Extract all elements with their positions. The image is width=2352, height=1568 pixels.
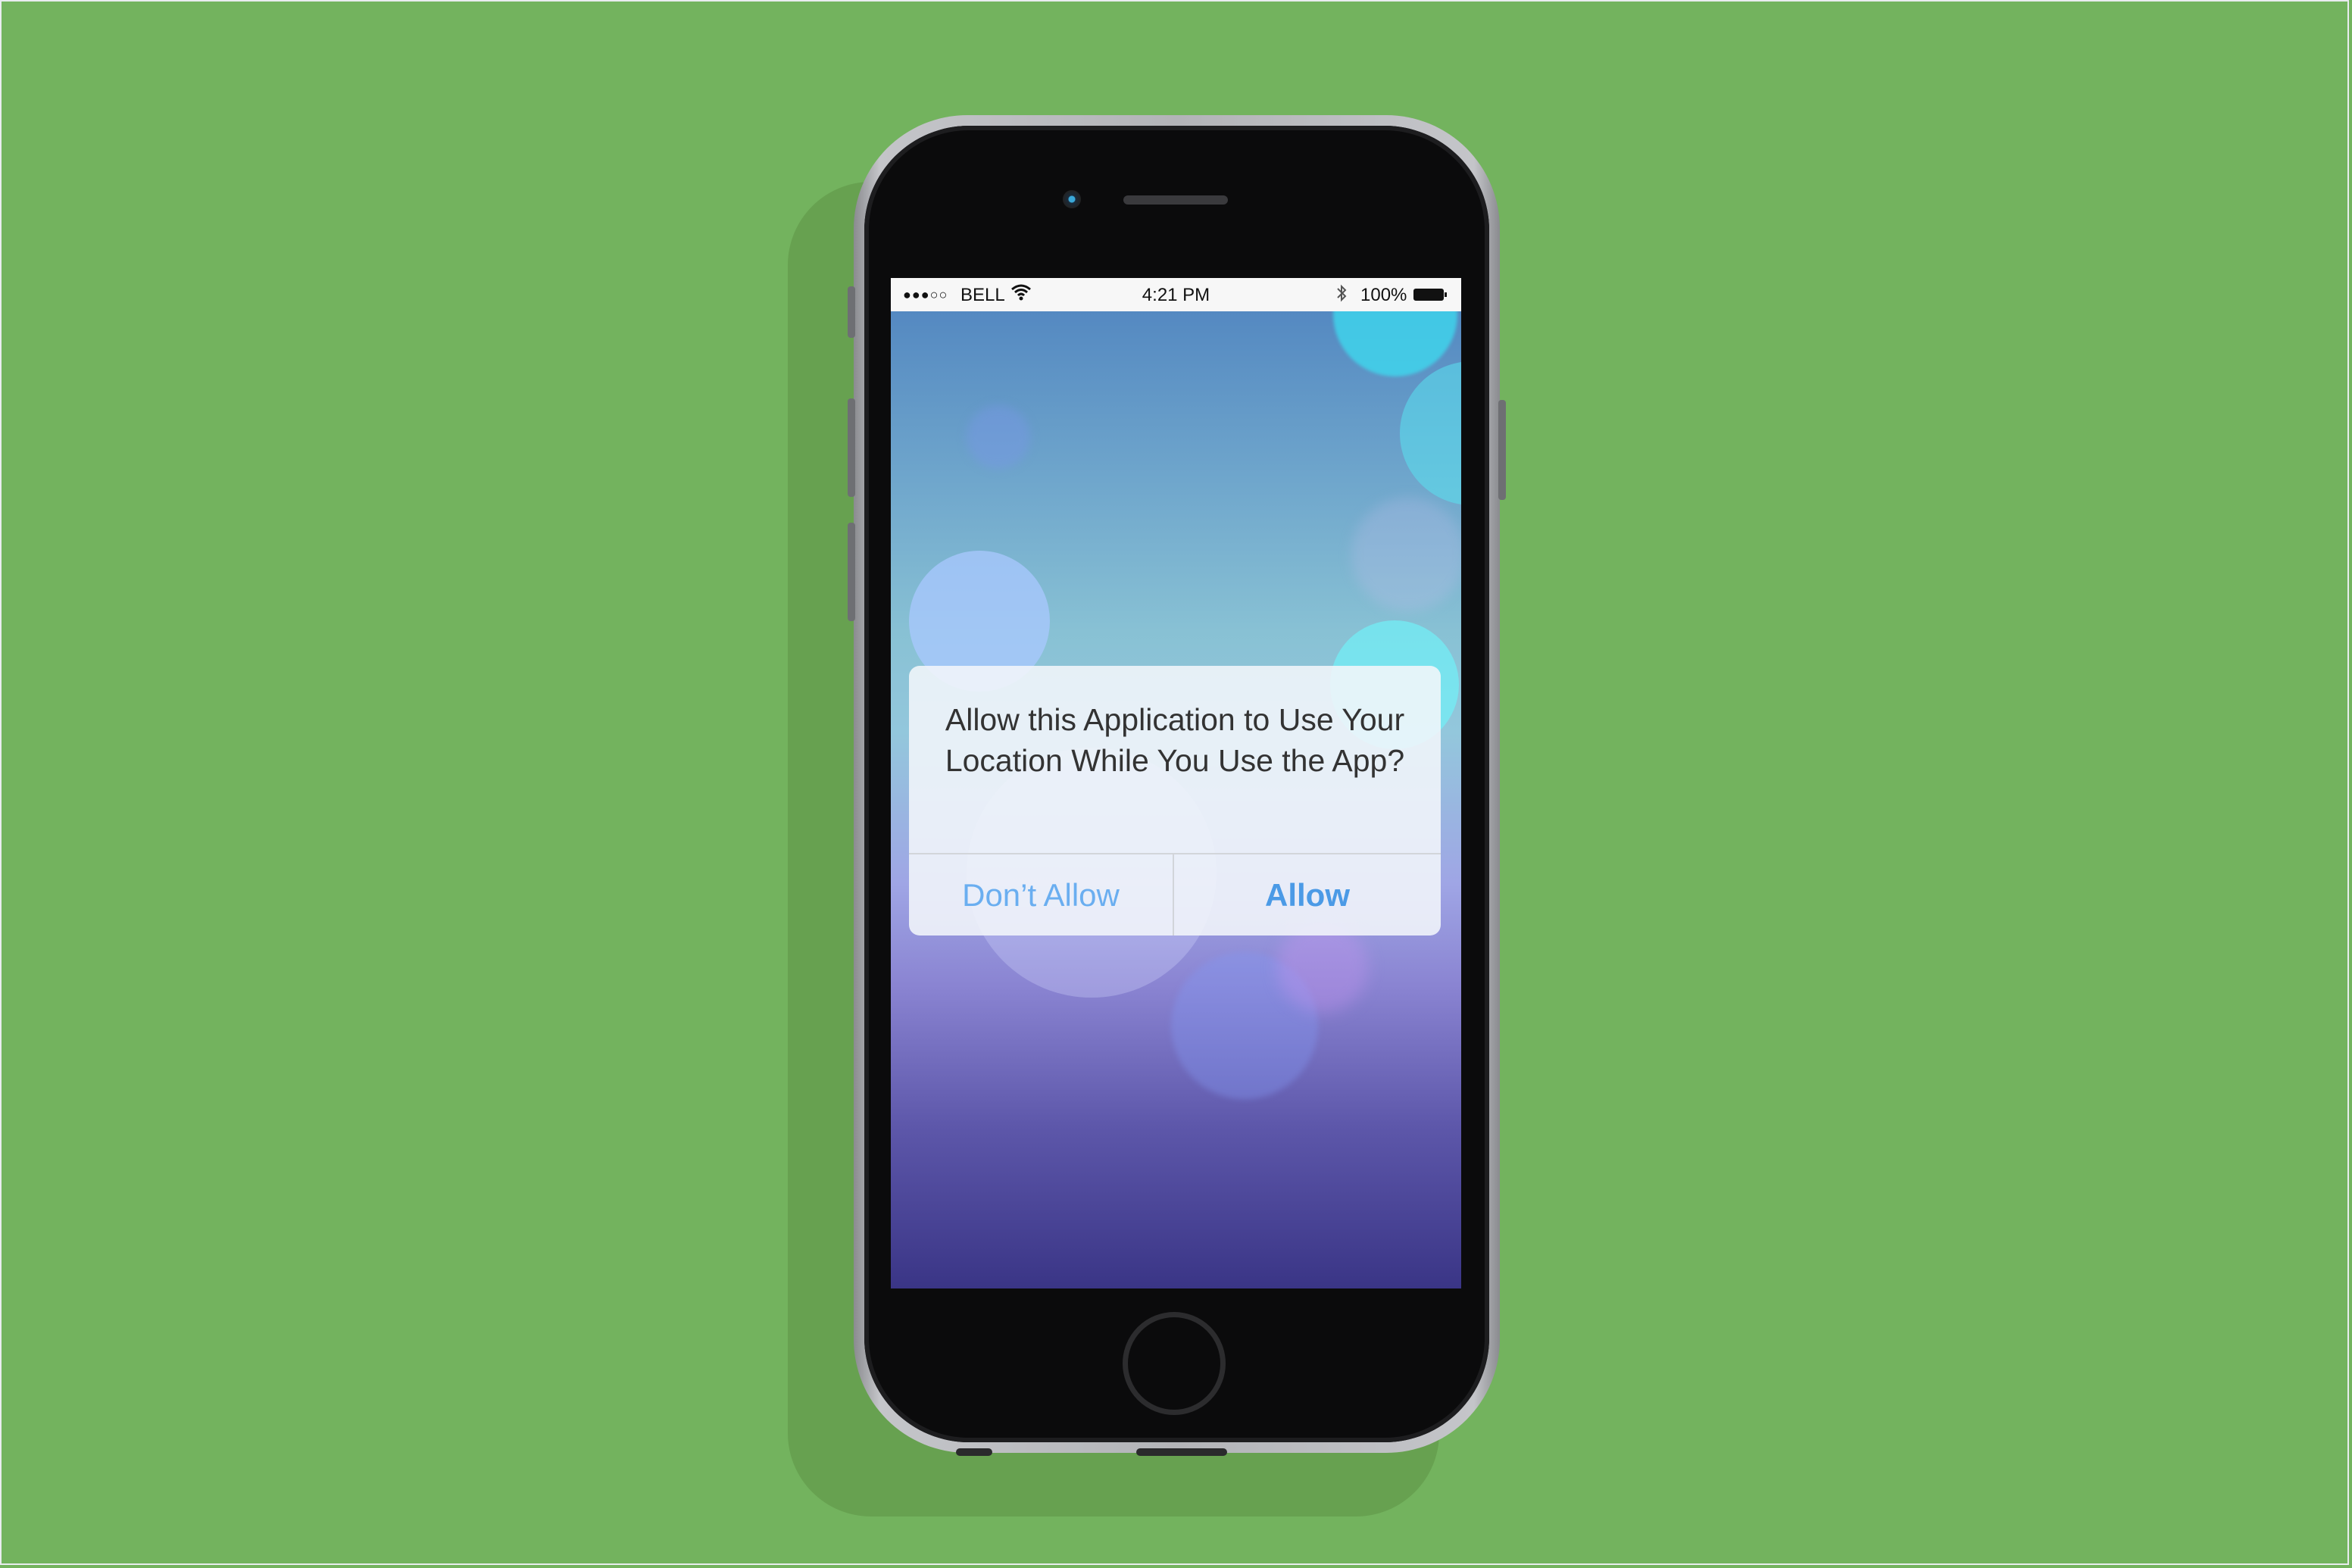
earpiece-speaker: [1123, 195, 1228, 205]
bluetooth-icon: [1336, 283, 1347, 308]
home-button[interactable]: [1123, 1312, 1226, 1415]
phone-screen: ●●●○○ BELL 4:21 PM 100% Allow this Appli…: [891, 278, 1461, 1288]
alert-title: Allow this Application to Use Your Locat…: [945, 702, 1405, 778]
allow-button[interactable]: Allow: [1174, 854, 1441, 935]
phone-bottom-speaker: [1136, 1448, 1227, 1456]
volume-up-button: [848, 398, 855, 497]
dont-allow-button[interactable]: Don’t Allow: [909, 854, 1173, 935]
wallpaper-bokeh: [1277, 922, 1368, 1013]
location-permission-alert: Allow this Application to Use Your Locat…: [909, 666, 1441, 935]
volume-down-button: [848, 523, 855, 621]
wallpaper-bokeh: [1351, 498, 1461, 611]
front-camera: [1063, 190, 1081, 208]
phone-bottom-port: [956, 1448, 992, 1456]
battery-percent: 100%: [1360, 285, 1407, 305]
power-button: [1498, 400, 1506, 500]
wallpaper-bokeh: [1400, 361, 1461, 505]
wallpaper-bokeh: [967, 405, 1030, 469]
status-bar: ●●●○○ BELL 4:21 PM 100%: [891, 278, 1461, 311]
battery-icon: [1413, 289, 1447, 301]
silent-switch: [848, 286, 855, 338]
